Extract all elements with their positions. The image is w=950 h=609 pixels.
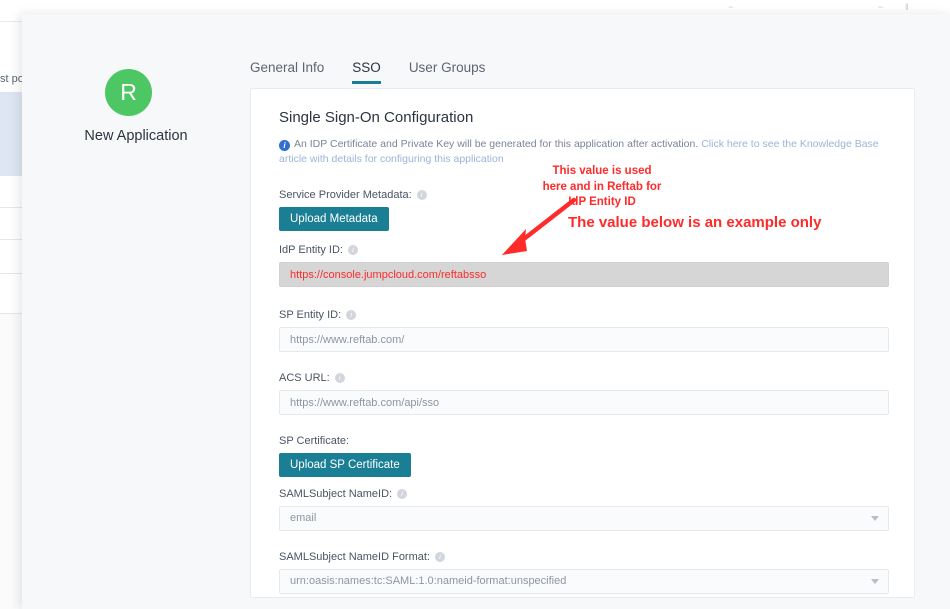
help-icon[interactable]: i	[435, 552, 445, 562]
upload-metadata-button[interactable]: Upload Metadata	[279, 207, 389, 231]
info-note: i An IDP Certificate and Private Key will…	[279, 137, 893, 167]
annotation-callout-line3: IdP Entity ID	[536, 195, 668, 211]
screen: st po − − ‖ R New Application General In…	[0, 0, 950, 609]
acs-url-input[interactable]	[279, 390, 889, 415]
annotation-callout-line2: here and in Reftab for	[536, 180, 668, 196]
field-label: ACS URL: i	[279, 372, 889, 384]
field-sp-entity-id: SP Entity ID: i	[279, 309, 889, 352]
label-text: IdP Entity ID:	[279, 244, 343, 256]
saml-subject-nameid-format-select[interactable]: urn:oasis:names:tc:SAML:1.0:nameid-forma…	[279, 569, 889, 594]
label-text: SAMLSubject NameID:	[279, 488, 392, 500]
label-text: ACS URL:	[279, 372, 330, 384]
label-text: SP Certificate:	[279, 435, 349, 447]
field-saml-subject-nameid-format: SAMLSubject NameID Format: i urn:oasis:n…	[279, 551, 889, 594]
label-text: SAMLSubject NameID Format:	[279, 551, 430, 563]
field-label: SP Certificate:	[279, 435, 889, 447]
field-saml-subject-nameid: SAMLSubject NameID: i email	[279, 488, 889, 531]
select-value: email	[280, 507, 888, 530]
sp-entity-id-input[interactable]	[279, 327, 889, 352]
field-label: SP Entity ID: i	[279, 309, 889, 321]
upload-sp-certificate-button[interactable]: Upload SP Certificate	[279, 453, 411, 477]
label-text: Service Provider Metadata:	[279, 189, 412, 201]
field-label: SAMLSubject NameID Format: i	[279, 551, 889, 563]
field-label: IdP Entity ID: i	[279, 244, 889, 256]
info-note-text: An IDP Certificate and Private Key will …	[294, 138, 698, 150]
tab-sso[interactable]: SSO	[352, 60, 381, 84]
field-idp-entity-id: IdP Entity ID: i	[279, 244, 889, 287]
saml-subject-nameid-select[interactable]: email	[279, 506, 889, 531]
help-icon[interactable]: i	[335, 373, 345, 383]
tab-bar: General Info SSO User Groups	[250, 60, 485, 84]
annotation-example-note: The value below is an example only	[568, 214, 821, 231]
page-title: New Application	[22, 128, 250, 144]
chevron-down-icon	[871, 579, 879, 584]
annotation-callout: This value is used here and in Reftab fo…	[536, 164, 668, 211]
restore-icon[interactable]: −	[878, 2, 883, 12]
avatar: R	[105, 69, 152, 116]
chevron-down-icon	[871, 516, 879, 521]
help-icon[interactable]: i	[397, 489, 407, 499]
idp-entity-id-input[interactable]	[279, 262, 889, 287]
card-title: Single Sign-On Configuration	[279, 109, 473, 126]
help-icon[interactable]: i	[348, 245, 358, 255]
tab-user-groups[interactable]: User Groups	[409, 60, 486, 84]
window-menu-icon[interactable]: ‖	[905, 2, 909, 12]
minimize-icon[interactable]: −	[728, 2, 733, 12]
label-text: SP Entity ID:	[279, 309, 341, 321]
help-icon[interactable]: i	[346, 310, 356, 320]
info-icon: i	[279, 140, 290, 151]
tab-general-info[interactable]: General Info	[250, 60, 324, 84]
field-acs-url: ACS URL: i	[279, 372, 889, 415]
field-sp-certificate: SP Certificate: Upload SP Certificate	[279, 435, 889, 477]
help-icon[interactable]: i	[417, 190, 427, 200]
field-label: SAMLSubject NameID: i	[279, 488, 889, 500]
application-detail-overlay: R New Application General Info SSO User …	[22, 14, 950, 609]
select-value: urn:oasis:names:tc:SAML:1.0:nameid-forma…	[280, 570, 888, 593]
application-sidebar: R New Application	[22, 14, 250, 609]
annotation-callout-line1: This value is used	[536, 164, 668, 180]
